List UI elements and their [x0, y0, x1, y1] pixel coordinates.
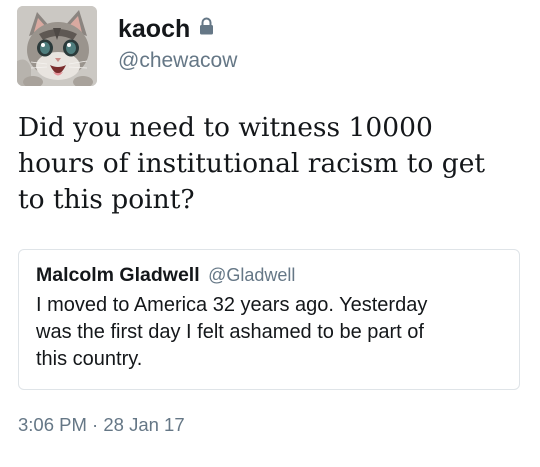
timestamp-time: 3:06 PM [18, 414, 87, 435]
quoted-author-name: Malcolm Gladwell [36, 264, 200, 286]
quoted-tweet-text: I moved to America 32 years ago. Yesterd… [36, 294, 428, 370]
quoted-author-handle: @Gladwell [208, 265, 296, 285]
quoted-tweet-card[interactable]: Malcolm Gladwell @Gladwell I moved to Am… [18, 249, 520, 390]
kitten-avatar-icon [17, 6, 97, 86]
tweet: kaoch @chewacow Did you need to witness … [0, 0, 540, 467]
author-handle[interactable]: @chewacow [118, 48, 237, 74]
author-info: kaoch @chewacow [118, 14, 237, 74]
tweet-timestamp[interactable]: 3:06 PM · 28 Jan 17 [18, 414, 185, 436]
author-display-name[interactable]: kaoch [118, 14, 190, 44]
avatar[interactable] [17, 6, 97, 86]
tweet-text: Did you need to witness 10000 hours of i… [18, 112, 486, 215]
quoted-tweet-header: Malcolm Gladwell @Gladwell [36, 264, 295, 287]
lock-icon [199, 17, 214, 40]
timestamp-separator: · [92, 414, 99, 435]
timestamp-date: 28 Jan 17 [103, 414, 185, 435]
